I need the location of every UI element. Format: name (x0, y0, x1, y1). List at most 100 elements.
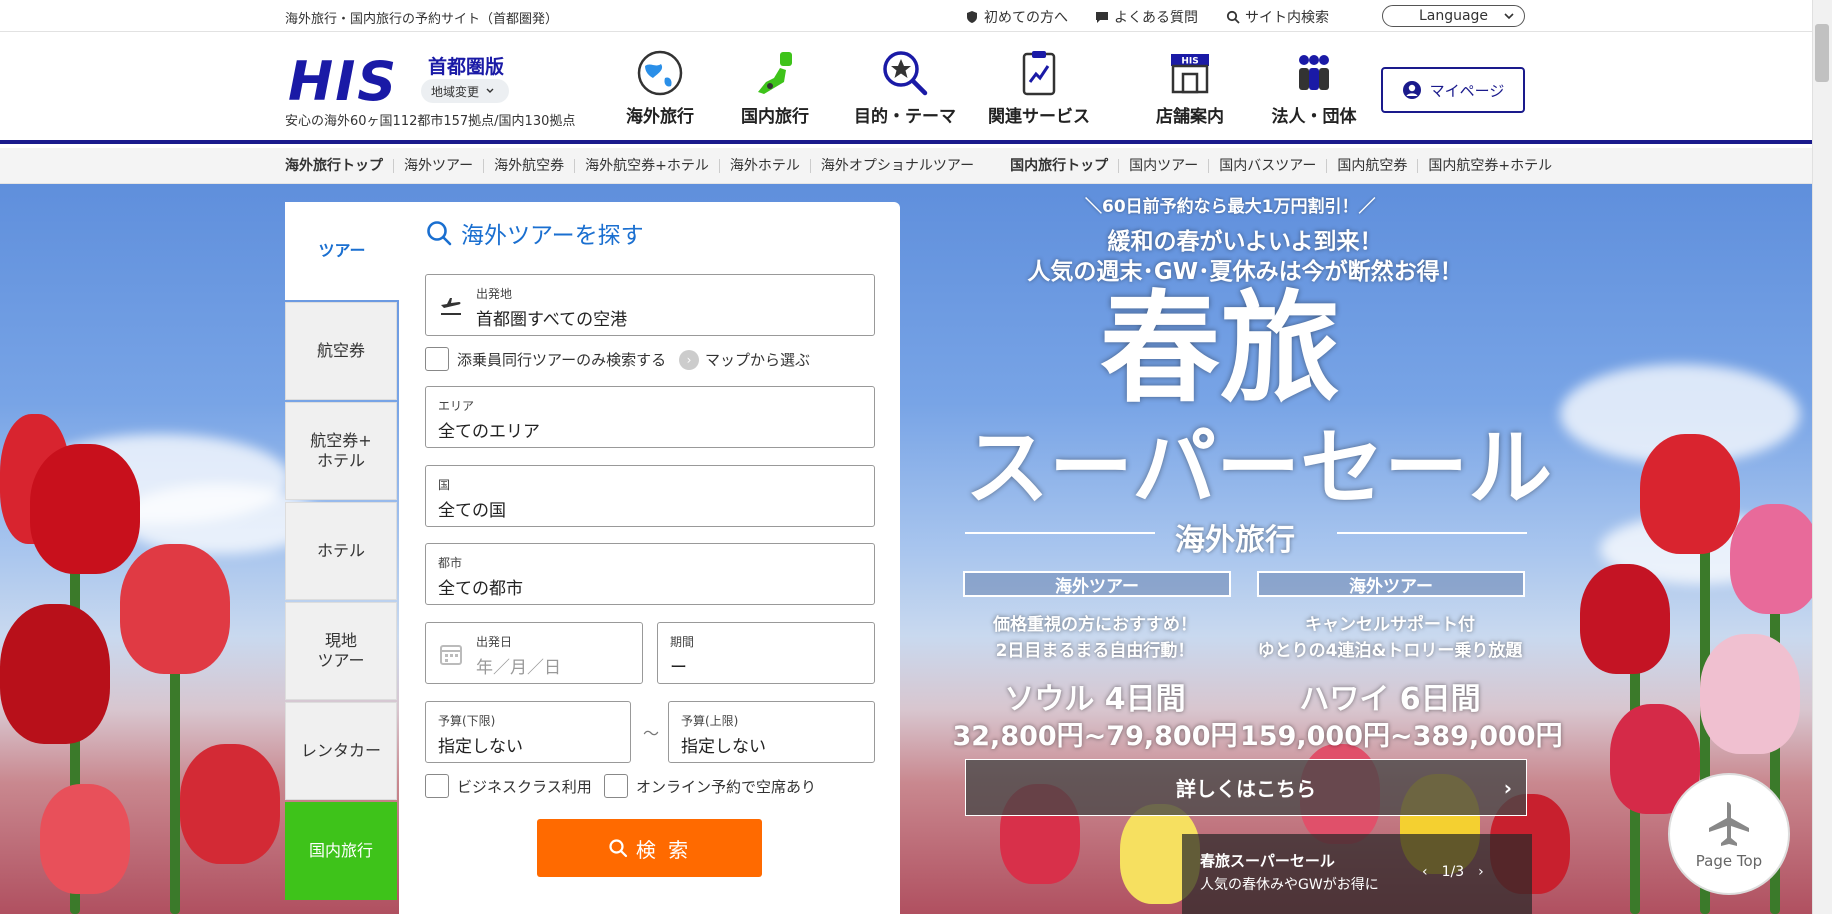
slide-caption: 春旅スーパーセール 人気の春休みやGWがお得に ‹ 1/3 › (1182, 834, 1532, 914)
his-logo[interactable]: HIS (288, 50, 398, 113)
departure-field[interactable]: 出発地 首都圏すべての空港 (425, 274, 875, 336)
escort-only-checkbox[interactable]: 添乗員同行ツアーのみ検索する (425, 347, 666, 371)
departure-date-field[interactable]: 出発日 年／月／日 (425, 622, 643, 684)
subnav-overseas-flight[interactable]: 海外航空券 (483, 159, 574, 173)
promo-category: 海外旅行 (1175, 523, 1295, 558)
first-time-link[interactable]: 初めての方へ (965, 7, 1068, 27)
promo-right-desc-2: ゆとりの4連泊&トロリー乗り放題 (1257, 641, 1523, 661)
budget-max-select[interactable]: 予算(上限) 指定しない (668, 701, 875, 763)
search-icon (427, 221, 452, 246)
nav-overseas[interactable]: 海外旅行 (595, 48, 725, 127)
slide-caption-desc: 人気の春休みやGWがお得に (1200, 877, 1379, 893)
slide-caption-title: 春旅スーパーセール (1200, 852, 1335, 870)
sub-navigation: 海外旅行トップ 海外ツアー 海外航空券 海外航空券+ホテル 海外ホテル 海外オプ… (0, 148, 1832, 184)
promo-headline-1: 緩和の春がいよいよ到来！ (1107, 229, 1383, 255)
clipboard-icon (1022, 51, 1056, 96)
promo-divider (1337, 532, 1527, 534)
city-select[interactable]: 都市 全ての都市 (425, 543, 875, 605)
checkbox-box[interactable] (425, 774, 449, 798)
slide-next-icon[interactable]: › (1478, 864, 1484, 880)
top-utility-bar: 海外旅行・国内旅行の予約サイト（首都圏発） 初めての方へ よくある質問 サイト内… (0, 0, 1832, 32)
faq-link[interactable]: よくある質問 (1095, 7, 1198, 27)
promo-sale-title: スーパーセール (965, 419, 1553, 517)
subnav-overseas-flight-hotel[interactable]: 海外航空券+ホテル (574, 159, 719, 173)
search-panel-title: 海外ツアーを探す (425, 216, 644, 250)
area-select[interactable]: エリア 全てのエリア (425, 386, 875, 448)
region-change-button[interactable]: 地域変更 (421, 79, 510, 103)
nav-domestic[interactable]: 国内旅行 (710, 48, 840, 127)
promo-left-desc-2: 2日目まるまる自由行動！ (995, 641, 1195, 661)
chevron-right-icon: › (679, 349, 699, 370)
period-select[interactable]: 期間 ー (657, 622, 875, 684)
chevron-down-icon (486, 88, 494, 93)
hero-banner[interactable] (0, 184, 1832, 914)
slide-counter: 1/3 (1441, 864, 1465, 880)
store-icon: HIS (1171, 54, 1209, 94)
tab-rental-car[interactable]: レンタカー (285, 702, 397, 800)
chevron-down-icon (1504, 13, 1514, 20)
subnav-overseas-tour[interactable]: 海外ツアー (393, 159, 483, 173)
tulip-flower (120, 544, 230, 674)
tab-domestic[interactable]: 国内旅行 (285, 802, 397, 900)
slide-pager: ‹ 1/3 › (1422, 864, 1484, 880)
subnav-domestic-bus[interactable]: 国内バスツアー (1208, 159, 1326, 173)
promo-details-button[interactable]: 詳しくはこちら › (965, 759, 1527, 816)
tab-local-tour[interactable]: 現地 ツアー (285, 602, 397, 700)
subnav-overseas-optional[interactable]: 海外オプショナルツアー (809, 159, 984, 173)
map-select-link[interactable]: › マップから選ぶ (679, 349, 810, 370)
tab-flight-hotel[interactable]: 航空券+ ホテル (285, 402, 397, 500)
nav-theme[interactable]: 目的・テーマ (840, 48, 970, 127)
scrollbar-thumb[interactable] (1815, 24, 1829, 82)
checkbox-box[interactable] (425, 347, 449, 371)
region-title: 首都圏版 (428, 56, 505, 78)
promo-left-price: 32,800円~79,800円 (952, 721, 1238, 752)
nav-stores[interactable]: HIS 店舗案内 (1125, 48, 1255, 127)
subnav-domestic-flight[interactable]: 国内航空券 (1326, 159, 1417, 173)
subnav-overseas-hotel[interactable]: 海外ホテル (718, 159, 810, 173)
slide-prev-icon[interactable]: ‹ (1422, 864, 1428, 880)
language-select[interactable]: Language (1382, 5, 1525, 27)
promo-right-destination: ハワイ 6日間 (1299, 682, 1481, 717)
chat-icon (1096, 12, 1108, 23)
site-search-link[interactable]: サイト内検索 (1226, 7, 1329, 27)
search-icon (1226, 10, 1240, 24)
subnav-domestic-flight-hotel[interactable]: 国内航空券+ホテル (1417, 159, 1562, 173)
tab-tour[interactable]: ツアー (285, 202, 399, 300)
subnav-domestic-tour[interactable]: 国内ツアー (1118, 159, 1208, 173)
airplane-icon (1709, 802, 1749, 846)
tulip-flower (1700, 634, 1800, 754)
subnav-overseas-top[interactable]: 海外旅行トップ (285, 159, 393, 173)
page-top-button[interactable]: Page Top (1668, 773, 1790, 895)
tulip-flower (40, 784, 130, 894)
calendar-icon (440, 645, 462, 665)
page-scrollbar[interactable] (1812, 0, 1832, 914)
promo-big-title: 春旅 (1100, 280, 1340, 419)
promo-left-badge: 海外ツアー (963, 571, 1231, 597)
tab-flight[interactable]: 航空券 (285, 302, 397, 400)
chevron-right-icon: › (1503, 776, 1512, 800)
country-select[interactable]: 国 全ての国 (425, 465, 875, 527)
site-tagline: 海外旅行・国内旅行の予約サイト（首都圏発） (285, 12, 559, 27)
subnav-domestic-top[interactable]: 国内旅行トップ (1000, 159, 1118, 173)
search-button[interactable]: 検 索 (537, 819, 762, 877)
shield-icon (967, 11, 977, 23)
tulip-flower (180, 744, 280, 864)
promo-discount-note: ＼60日前予約なら最大1万円割引！／ (1085, 197, 1376, 217)
airplane-takeoff-icon (441, 298, 461, 315)
promo-divider (965, 532, 1155, 534)
promo-right-desc-1: キャンセルサポート付 (1305, 615, 1475, 635)
site-header: HIS 首都圏版 地域変更 安心の海外60ヶ国112都市157拠点/国内130拠… (0, 32, 1832, 144)
globe-icon (637, 50, 683, 96)
search-icon (609, 839, 627, 858)
budget-min-select[interactable]: 予算(下限) 指定しない (425, 701, 631, 763)
nav-corporate[interactable]: 法人・団体 (1249, 48, 1379, 127)
tulip-flower (0, 604, 110, 744)
nav-services[interactable]: 関連サービス (974, 48, 1104, 127)
japan-map-icon (758, 52, 792, 94)
mypage-button[interactable]: マイページ (1381, 67, 1525, 113)
tab-hotel[interactable]: ホテル (285, 502, 397, 600)
business-class-checkbox[interactable]: ビジネスクラス利用 (425, 774, 592, 798)
online-available-checkbox[interactable]: オンライン予約で空席あり (604, 774, 816, 798)
checkbox-box[interactable] (604, 774, 628, 798)
promo-right-badge: 海外ツアー (1257, 571, 1525, 597)
